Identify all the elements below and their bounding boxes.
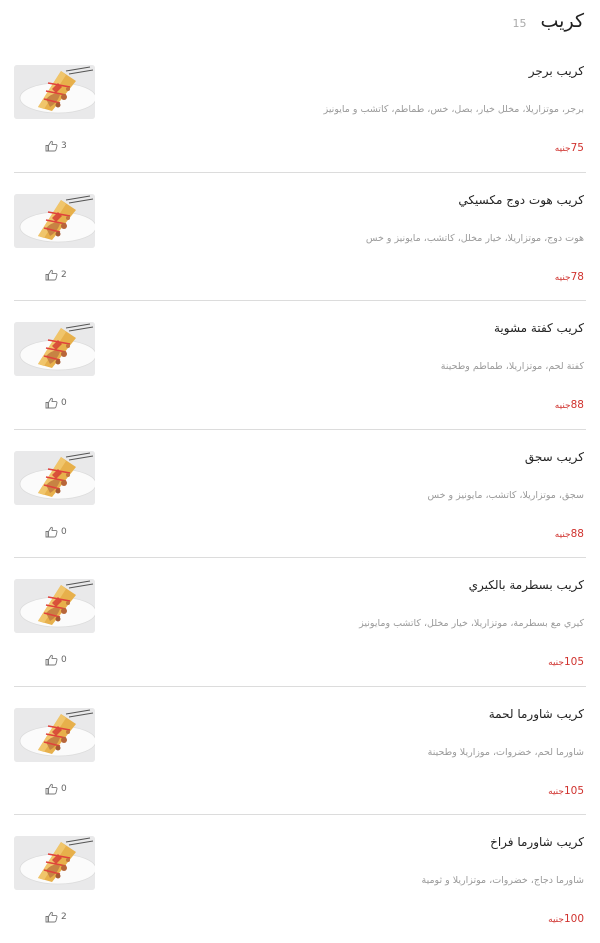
crepe-image[interactable] [14, 193, 95, 248]
item-description: هوت دوج، موتزاريلا، خيار مخلل، كاتشب، ما… [365, 232, 584, 244]
menu-item[interactable]: كريب برجر برجر، موتزاريلا، مخلل خيار، بص… [14, 44, 586, 173]
item-price: 105جنيه [548, 785, 584, 797]
category-title: كريب [540, 10, 584, 32]
item-name[interactable]: كريب كفتة مشوية [494, 321, 584, 335]
currency-label: جنيه [548, 915, 564, 925]
menu-item[interactable]: كريب سجق سجق، موتزاريلا، كاتشب، مايونيز … [14, 430, 586, 558]
currency-label: جنيه [548, 658, 564, 668]
like-button[interactable]: 3 [45, 140, 67, 152]
thumbs-up-icon [45, 526, 58, 537]
like-button[interactable]: 0 [45, 654, 67, 666]
crepe-image[interactable] [14, 836, 95, 890]
menu-item[interactable]: كريب كفتة مشوية كفتة لحم، موتزاريلا، طما… [14, 301, 586, 430]
item-price: 88جنيه [555, 528, 584, 540]
thumbs-up-icon [45, 783, 58, 794]
currency-label: جنيه [554, 272, 571, 283]
like-button[interactable]: 0 [45, 526, 67, 538]
price-value: 75 [570, 142, 584, 154]
item-name[interactable]: كريب هوت دوج مكسيكي [458, 193, 584, 207]
thumbs-up-icon [45, 911, 58, 923]
crepe-image[interactable] [14, 65, 95, 119]
thumbs-up-icon [45, 654, 58, 666]
item-name[interactable]: كريب برجر [529, 64, 584, 78]
item-description: برجر، موتزاريلا، مخلل خيار، بصل، خس، طما… [323, 104, 584, 115]
item-description: شاورما لحم، خضروات، موزاريلا وطحينة [427, 746, 584, 758]
price-value: 105 [563, 656, 584, 668]
thumbs-up-icon [45, 269, 58, 280]
price-value: 78 [570, 270, 584, 283]
price-value: 88 [570, 399, 584, 411]
crepe-image[interactable] [14, 322, 95, 376]
item-name[interactable]: كريب شاورما لحمة [489, 707, 584, 721]
item-price: 78جنيه [555, 271, 584, 283]
like-button[interactable]: 0 [45, 783, 67, 795]
like-count: 0 [61, 526, 67, 537]
menu-item[interactable]: كريب بسطرمة بالكيري كيري مع بسطرمة، موتز… [14, 558, 586, 687]
like-count: 0 [61, 783, 67, 794]
item-price: 100جنيه [548, 913, 584, 925]
thumbs-up-icon [45, 140, 58, 152]
item-description: كفتة لحم، موتزاريلا، طماطم وطحينة [440, 361, 584, 372]
item-price: 75جنيه [555, 142, 584, 154]
item-name[interactable]: كريب سجق [525, 450, 584, 464]
like-count: 2 [61, 912, 67, 922]
category-header: كريب 15 [16, 4, 584, 38]
item-description: شاورما دجاج، خضروات، موتزاريلا و ثومية [421, 875, 584, 886]
like-button[interactable]: 0 [45, 397, 67, 409]
menu-list: كريب برجر برجر، موتزاريلا، مخلل خيار، بص… [14, 44, 586, 943]
menu-item[interactable]: كريب شاورما فراخ شاورما دجاج، خضروات، مو… [14, 815, 586, 943]
item-price: 105جنيه [548, 656, 584, 668]
like-button[interactable]: 2 [45, 911, 67, 923]
like-count: 0 [61, 398, 67, 408]
currency-label: جنيه [548, 786, 564, 797]
currency-label: جنيه [554, 529, 571, 540]
like-button[interactable]: 2 [45, 269, 67, 281]
thumbs-up-icon [45, 397, 58, 409]
crepe-image[interactable] [14, 579, 95, 633]
like-count: 2 [61, 269, 67, 280]
price-value: 100 [563, 913, 584, 925]
item-count: 15 [512, 16, 527, 30]
menu-item[interactable]: كريب هوت دوج مكسيكي هوت دوج، موتزاريلا، … [14, 173, 586, 301]
item-name[interactable]: كريب شاورما فراخ [490, 835, 584, 849]
crepe-image[interactable] [14, 707, 95, 762]
item-price: 88جنيه [555, 399, 584, 411]
item-description: كيري مع بسطرمة، موتزاريلا، خيار مخلل، كا… [359, 618, 584, 629]
like-count: 0 [61, 655, 67, 665]
currency-label: جنيه [554, 144, 571, 154]
price-value: 88 [570, 527, 584, 540]
crepe-image[interactable] [14, 450, 95, 505]
menu-item[interactable]: كريب شاورما لحمة شاورما لحم، خضروات، موز… [14, 687, 586, 815]
like-count: 3 [61, 141, 67, 151]
price-value: 105 [563, 784, 584, 797]
item-name[interactable]: كريب بسطرمة بالكيري [469, 578, 584, 592]
item-description: سجق، موتزاريلا، كاتشب، مايونيز و خس [427, 489, 584, 501]
currency-label: جنيه [554, 401, 571, 411]
